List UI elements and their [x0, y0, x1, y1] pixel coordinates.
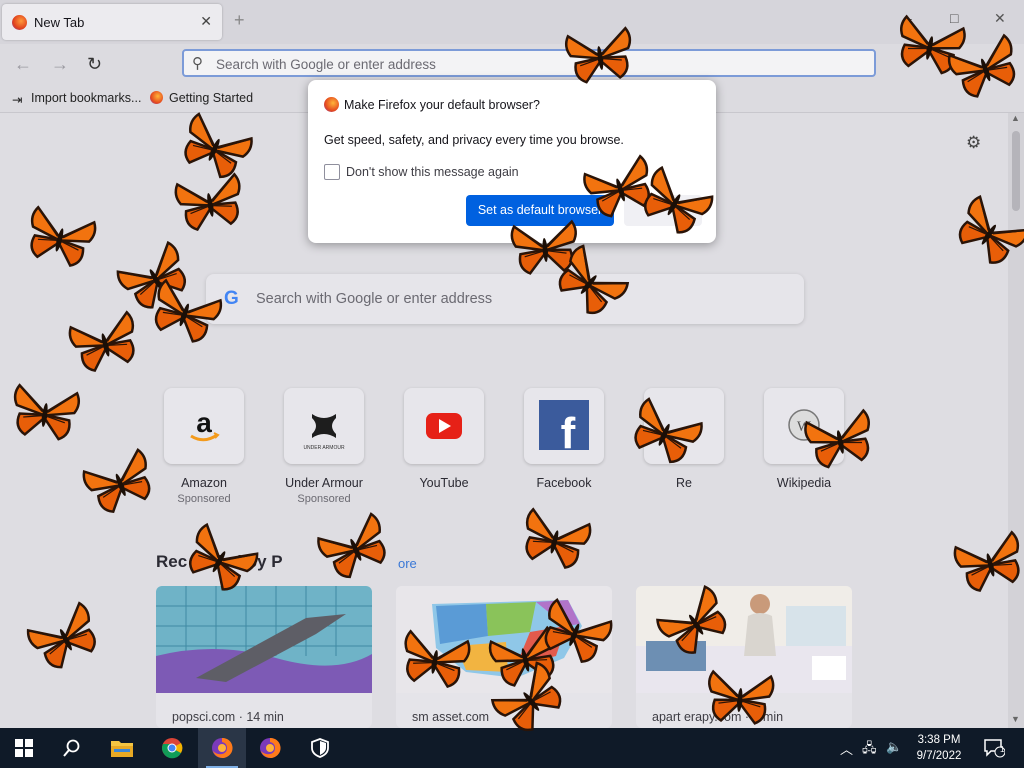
bookmark-label: Import bookmarks...	[31, 91, 142, 105]
windows-icon	[15, 739, 33, 757]
top-site-name: Under Armour	[285, 476, 363, 490]
notification-button[interactable]: 1	[970, 728, 1018, 768]
search-icon	[63, 739, 80, 757]
tab-title: New Tab	[34, 15, 85, 30]
top-site-name: YouTube	[419, 476, 469, 490]
amazon-icon: a	[164, 388, 244, 464]
clock-date: 9/7/2022	[916, 750, 962, 762]
svg-text:UNDER ARMOUR: UNDER ARMOUR	[303, 445, 345, 451]
firefox-taskbar-button-active[interactable]	[198, 728, 246, 768]
chrome-button[interactable]	[148, 728, 196, 768]
chevron-up-icon[interactable]: ︿	[840, 739, 853, 758]
facebook-icon: f	[524, 388, 604, 464]
story-source: sm asset.com	[412, 710, 490, 724]
search-icon: ⚲	[192, 55, 203, 72]
clock-time: 3:38 PM	[917, 734, 961, 746]
scrollbar-thumb[interactable]	[1012, 131, 1020, 211]
butterfly-overlay	[6, 380, 83, 445]
top-site-amazon[interactable]: a Amazon Sponsored	[164, 388, 244, 505]
dialog-title: Make Firefox your default browser?	[344, 98, 540, 112]
top-site-under-armour[interactable]: UNDER ARMOUR Under Armour Sponsored	[284, 388, 364, 505]
learn-more-link[interactable]: ore	[398, 556, 417, 571]
scroll-up-icon[interactable]: ▲	[1011, 113, 1020, 123]
back-icon[interactable]: ←	[14, 54, 32, 75]
top-site-name: Amazon	[181, 476, 227, 490]
sponsored-label: Sponsored	[297, 493, 351, 505]
story-thumbnail	[156, 586, 372, 693]
shield-icon	[311, 738, 329, 758]
search-placeholder: Search with Google or enter address	[256, 291, 493, 307]
firefox-icon	[150, 91, 163, 104]
folder-icon	[111, 741, 133, 757]
top-site-youtube[interactable]: YouTube	[404, 388, 484, 490]
butterfly-overlay	[396, 626, 475, 693]
firefox-taskbar-button[interactable]	[246, 728, 294, 768]
scroll-down-icon[interactable]: ▼	[1011, 714, 1020, 724]
butterfly-overlay	[561, 23, 638, 88]
sponsored-label: Sponsored	[177, 493, 231, 505]
story-card[interactable]: popsci.com · 14 min	[156, 586, 372, 728]
security-button[interactable]	[296, 728, 344, 768]
firefox-icon	[12, 15, 27, 30]
dialog-message: Get speed, safety, and privacy every tim…	[324, 133, 624, 147]
notification-count: 1	[1000, 745, 1005, 754]
volume-icon[interactable]: 🔈	[886, 739, 902, 755]
under-armour-icon: UNDER ARMOUR	[284, 388, 364, 464]
clock[interactable]: 3:38 PM 9/7/2022	[910, 732, 968, 764]
dont-show-again-checkbox[interactable]	[324, 164, 340, 180]
search-box[interactable]: G Search with Google or enter address	[206, 274, 804, 324]
top-site-name: Re	[676, 476, 692, 490]
bookmark-getting-started[interactable]: Getting Started	[150, 91, 253, 105]
close-tab-button[interactable]: ✕	[200, 13, 212, 30]
svg-text:f: f	[561, 409, 576, 458]
reload-icon[interactable]: ↻	[87, 54, 102, 75]
scrollbar[interactable]: ▲ ▼	[1008, 113, 1024, 728]
address-placeholder: Search with Google or enter address	[216, 57, 436, 72]
story-source: popsci.com · 14 min	[172, 710, 284, 724]
bookmark-import[interactable]: ⇥ Import bookmarks...	[12, 91, 142, 107]
butterfly-overlay	[703, 667, 778, 729]
address-bar[interactable]: ⚲ Search with Google or enter address	[182, 49, 876, 77]
svg-text:a: a	[196, 407, 212, 438]
youtube-icon	[404, 388, 484, 464]
import-icon: ⇥	[12, 93, 23, 107]
firefox-icon	[260, 737, 281, 758]
tab-new-tab[interactable]: New Tab ✕	[2, 4, 222, 40]
bookmark-label: Getting Started	[169, 91, 254, 105]
checkbox-label[interactable]: Don't show this message again	[346, 165, 519, 179]
start-button[interactable]	[0, 728, 48, 768]
file-explorer-button[interactable]	[98, 728, 146, 768]
forward-icon[interactable]: →	[51, 54, 69, 75]
top-site-name: Wikipedia	[776, 476, 832, 490]
top-site-name: Facebook	[536, 476, 592, 490]
firefox-icon	[212, 737, 233, 758]
network-icon[interactable]: 🖧	[862, 739, 877, 761]
close-window-button[interactable]: ✕	[994, 10, 1006, 27]
gear-icon[interactable]: ⚙	[966, 133, 981, 153]
firefox-icon	[324, 97, 339, 112]
new-tab-button[interactable]: +	[234, 10, 245, 31]
top-site-facebook[interactable]: f Facebook	[524, 388, 604, 490]
search-button[interactable]	[48, 728, 96, 768]
butterfly-overlay	[171, 169, 250, 236]
chrome-icon	[162, 738, 183, 759]
